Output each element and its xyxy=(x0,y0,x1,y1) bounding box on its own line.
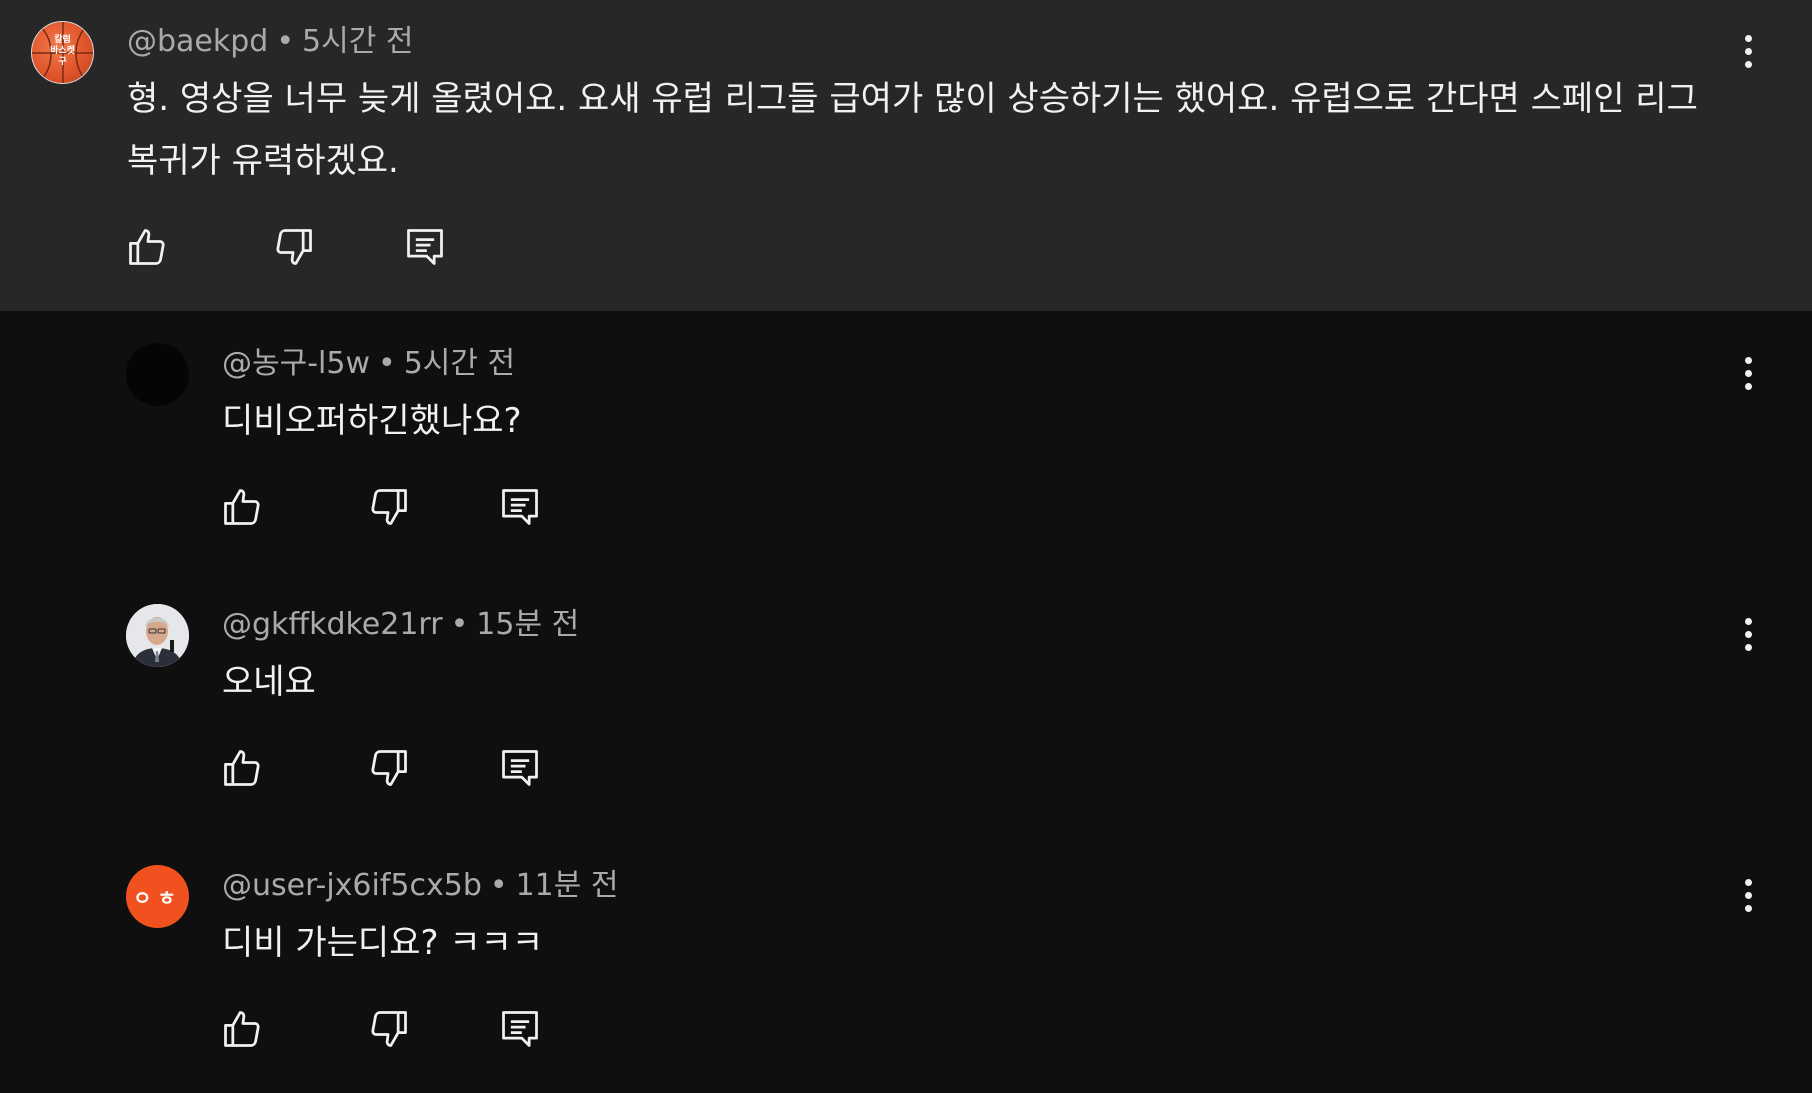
more-actions-button[interactable] xyxy=(1738,351,1758,395)
comment-text: 디비 가는디요? ㅋㅋㅋ xyxy=(222,923,544,963)
more-actions-button[interactable] xyxy=(1738,612,1758,656)
more-actions-button[interactable] xyxy=(1738,29,1758,73)
dislike-button[interactable] xyxy=(272,225,316,269)
comment-author[interactable]: @baekpd xyxy=(127,24,268,59)
dislike-icon xyxy=(371,750,407,786)
dislike-icon xyxy=(371,1011,407,1047)
reply-button[interactable] xyxy=(498,485,542,529)
reply-icon xyxy=(502,489,538,525)
comment-meta: @농구-l5w • 5시간 전 xyxy=(222,345,515,383)
dislike-icon xyxy=(276,229,312,265)
avatar[interactable] xyxy=(126,343,189,406)
more-actions-button[interactable] xyxy=(1738,873,1758,917)
reply-icon xyxy=(502,750,538,786)
like-icon xyxy=(224,750,260,786)
comment-text: 디비오퍼하긴했나요? xyxy=(222,401,522,441)
like-button[interactable] xyxy=(220,1007,264,1051)
avatar[interactable]: ㅇㅎ xyxy=(126,865,189,928)
person-photo-icon xyxy=(126,604,189,667)
avatar-logo-text: 칼럼 바스켓 구 xyxy=(50,35,75,67)
reply-icon xyxy=(407,229,443,265)
more-vert-icon xyxy=(1744,617,1752,625)
reply-button[interactable] xyxy=(498,746,542,790)
avatar[interactable]: 칼럼 바스켓 구 xyxy=(31,21,94,84)
comment-author[interactable]: @농구-l5w xyxy=(222,346,370,381)
avatar-initials: ㅇㅎ xyxy=(133,886,182,910)
like-icon xyxy=(224,489,260,525)
more-vert-icon xyxy=(1744,878,1752,886)
highlighted-comment: 칼럼 바스켓 구 @baekpd • 5시간 전 형. 영상을 너무 늦게 올렸어요. … xyxy=(0,0,1812,311)
like-button[interactable] xyxy=(220,485,264,529)
comment-text: 형. 영상을 너무 늦게 올렸어요. 요새 유럽 리그들 급여가 많이 상승하기… xyxy=(127,79,1698,181)
comment-time[interactable]: 5시간 전 xyxy=(404,346,515,381)
comment-time[interactable]: 11분 전 xyxy=(516,868,619,903)
dislike-button[interactable] xyxy=(367,485,411,529)
comment-author[interactable]: @gkffkdke21rr xyxy=(222,607,443,642)
reply-button[interactable] xyxy=(403,225,447,269)
dislike-button[interactable] xyxy=(367,746,411,790)
meta-separator: • xyxy=(276,24,295,59)
comment-meta: @baekpd • 5시간 전 xyxy=(127,23,413,61)
dislike-button[interactable] xyxy=(367,1007,411,1051)
like-icon xyxy=(129,229,165,265)
more-vert-icon xyxy=(1744,356,1752,364)
reply-button[interactable] xyxy=(498,1007,542,1051)
comment-meta: @gkffkdke21rr • 15분 전 xyxy=(222,606,579,644)
reply-icon xyxy=(502,1011,538,1047)
comment-author[interactable]: @user-jx6if5cx5b xyxy=(222,868,482,903)
meta-separator: • xyxy=(489,868,508,903)
more-vert-icon xyxy=(1744,34,1752,42)
comment-time[interactable]: 15분 전 xyxy=(476,607,579,642)
like-icon xyxy=(224,1011,260,1047)
like-button[interactable] xyxy=(220,746,264,790)
comment-time[interactable]: 5시간 전 xyxy=(302,24,413,59)
avatar[interactable] xyxy=(126,604,189,667)
dislike-icon xyxy=(371,489,407,525)
meta-separator: • xyxy=(377,346,396,381)
like-button[interactable] xyxy=(125,225,169,269)
comment-text: 오네요 xyxy=(222,662,316,702)
comment-meta: @user-jx6if5cx5b • 11분 전 xyxy=(222,867,619,905)
meta-separator: • xyxy=(450,607,469,642)
comments-page: 칼럼 바스켓 구 @baekpd • 5시간 전 형. 영상을 너무 늦게 올렸어요. … xyxy=(0,0,1812,1093)
